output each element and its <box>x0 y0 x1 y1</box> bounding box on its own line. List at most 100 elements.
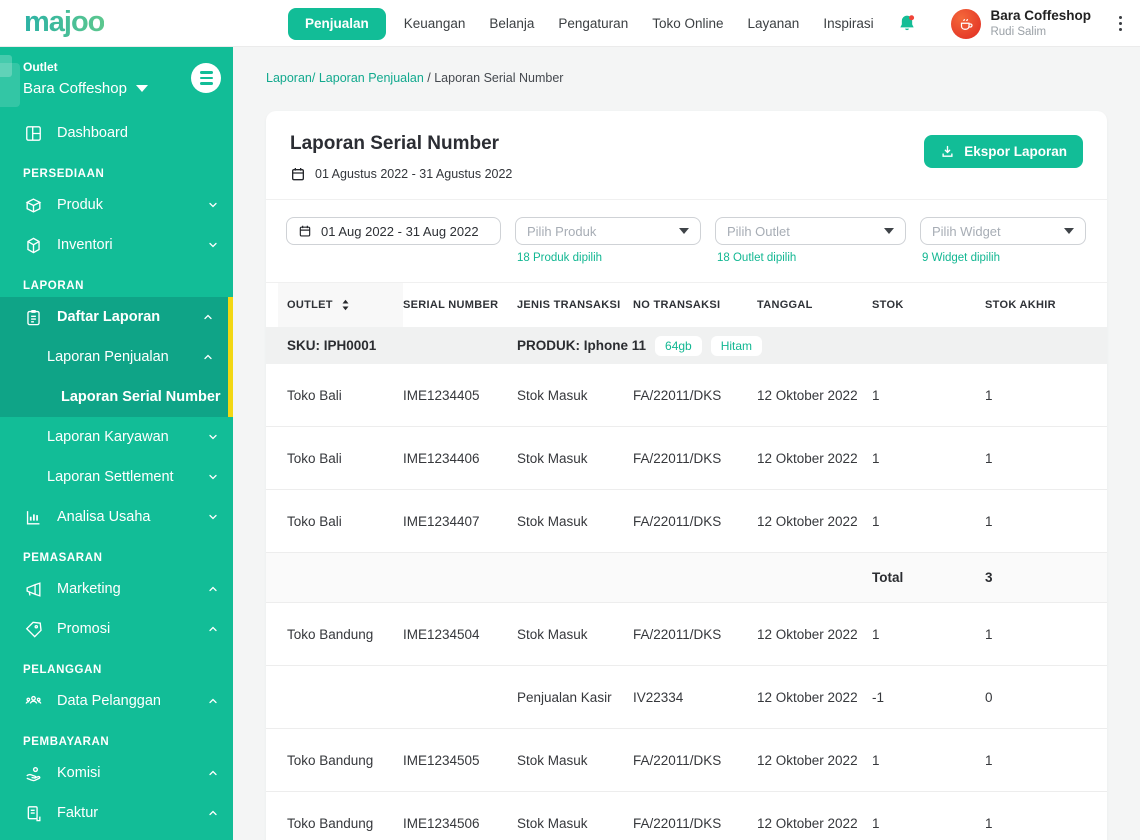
widget-select[interactable]: Pilih Widget <box>920 217 1086 245</box>
sort-icon[interactable] <box>341 299 350 311</box>
sidebar-item-promosi[interactable]: Promosi <box>0 609 233 649</box>
report-date-range: 01 Agustus 2022 - 31 Agustus 2022 <box>290 166 512 182</box>
report-card: Laporan Serial Number 01 Agustus 2022 - … <box>266 111 1107 840</box>
column-header-outlet[interactable]: OUTLET <box>278 283 403 327</box>
report-header: Laporan Serial Number 01 Agustus 2022 - … <box>266 111 1107 199</box>
sidebar-item-laporan-karyawan[interactable]: Laporan Karyawan <box>0 417 233 457</box>
majoo-logo: majoo <box>24 6 105 38</box>
total-label: Total <box>872 570 904 585</box>
outlet-filter: Pilih Outlet 18 Outlet dipilih <box>715 217 906 264</box>
chevron-down-icon <box>207 511 219 523</box>
sidebar: Outlet Bara Coffeshop Dashboard PERSEDIA… <box>0 47 233 840</box>
hand-coin-icon <box>23 763 43 783</box>
sidebar-item-laporan-settlement[interactable]: Laporan Settlement <box>0 457 233 497</box>
chevron-down-icon <box>207 199 219 211</box>
outlet-select[interactable]: Pilih Outlet <box>715 217 906 245</box>
user-subtitle: Rudi Salim <box>990 25 1047 38</box>
main-content: Laporan/ Laporan Penjualan / Laporan Ser… <box>233 47 1140 840</box>
sidebar-section-pembayaran: PEMBAYARAN <box>23 736 110 748</box>
total-row: Total 3 <box>266 553 1107 603</box>
variant-badge: 64gb <box>655 335 702 356</box>
tab-belanja[interactable]: Belanja <box>477 8 546 40</box>
date-range-input[interactable]: 01 Aug 2022 - 31 Aug 2022 <box>286 217 501 245</box>
chevron-down-icon <box>207 471 219 483</box>
chevron-up-icon <box>202 311 214 323</box>
chevron-down-icon <box>207 431 219 443</box>
widget-filter: Pilih Widget 9 Widget dipilih <box>920 217 1086 264</box>
produk-info: PRODUK: Iphone 11 64gb Hitam <box>517 335 872 356</box>
sidebar-section-persediaan: PERSEDIAAN <box>23 168 105 180</box>
notification-bell-icon[interactable] <box>897 13 917 35</box>
people-icon <box>23 691 43 711</box>
megaphone-icon <box>23 579 43 599</box>
user-avatar[interactable] <box>951 8 982 39</box>
outlet-selector[interactable]: Bara Coffeshop <box>23 80 217 97</box>
variant-badge: Hitam <box>710 335 763 356</box>
sidebar-item-marketing[interactable]: Marketing <box>0 569 233 609</box>
sidebar-collapse-button[interactable] <box>191 63 221 93</box>
outlet-selected-count: 18 Outlet dipilih <box>717 252 797 264</box>
outlet-name: Bara Coffeshop <box>23 80 127 97</box>
produk-select[interactable]: Pilih Produk <box>515 217 701 245</box>
tab-toko-online[interactable]: Toko Online <box>640 8 735 40</box>
top-right-cluster: Bara Coffeshop Rudi Salim <box>897 0 1126 47</box>
breadcrumb-laporan-penjualan[interactable]: Laporan Penjualan <box>319 71 424 85</box>
tab-keuangan[interactable]: Keuangan <box>392 8 478 40</box>
chevron-up-icon <box>207 807 219 819</box>
sidebar-item-laporan-serial-number[interactable]: Laporan Serial Number <box>0 377 228 417</box>
outlet-label: Outlet <box>23 60 58 74</box>
sku-group-row: SKU: IPH0001 PRODUK: Iphone 11 64gb Hita… <box>266 327 1107 364</box>
table-row: Toko Bandung IME1234506 Stok Masuk FA/22… <box>266 792 1107 840</box>
top-navigation: Penjualan Keuangan Belanja Pengaturan To… <box>288 0 886 47</box>
table-header-row: OUTLET SERIAL NUMBER JENIS TRANSAKSI NO … <box>266 283 1107 327</box>
column-header-tanggal: TANGGAL <box>757 299 813 311</box>
produk-selected-count: 18 Produk dipilih <box>517 252 603 264</box>
export-report-button[interactable]: Ekspor Laporan <box>924 135 1083 168</box>
tab-penjualan[interactable]: Penjualan <box>288 7 386 40</box>
tab-pengaturan[interactable]: Pengaturan <box>546 8 640 40</box>
total-value: 3 <box>985 570 993 585</box>
sidebar-item-produk[interactable]: Produk <box>0 185 233 225</box>
calendar-icon <box>292 168 304 181</box>
tab-inspirasi[interactable]: Inspirasi <box>811 8 885 40</box>
filter-bar: 01 Aug 2022 - 31 Aug 2022 Pilih Produk 1… <box>266 200 1107 270</box>
user-info[interactable]: Bara Coffeshop Rudi Salim <box>990 8 1091 39</box>
column-header-no-transaksi: NO TRANSAKSI <box>633 299 721 311</box>
sidebar-item-dashboard[interactable]: Dashboard <box>0 113 233 153</box>
table-row: Toko Bali IME1234405 Stok Masuk FA/22011… <box>266 364 1107 427</box>
sidebar-item-faktur[interactable]: Faktur <box>0 793 233 833</box>
sidebar-item-daftar-laporan[interactable]: Daftar Laporan <box>0 297 228 337</box>
caret-down-icon <box>135 85 148 92</box>
produk-filter: Pilih Produk 18 Produk dipilih <box>515 217 701 264</box>
sku-code: SKU: IPH0001 <box>287 338 377 353</box>
breadcrumb-laporan[interactable]: Laporan/ <box>266 71 315 85</box>
sidebar-item-laporan-penjualan[interactable]: Laporan Penjualan <box>0 337 228 377</box>
date-range-filter: 01 Aug 2022 - 31 Aug 2022 <box>286 217 501 264</box>
sidebar-menu: Dashboard PERSEDIAAN Produk Inventori LA… <box>0 113 233 833</box>
bar-chart-icon <box>23 507 43 527</box>
sidebar-item-komisi[interactable]: Komisi <box>0 753 233 793</box>
table-row: Toko Bali IME1234406 Stok Masuk FA/22011… <box>266 427 1107 490</box>
chevron-up-icon <box>207 767 219 779</box>
column-header-stok-akhir: STOK AKHIR <box>985 299 1056 311</box>
sidebar-section-pemasaran: PEMASARAN <box>23 552 103 564</box>
table-row: Toko Bandung IME1234504 Stok Masuk FA/22… <box>266 603 1107 666</box>
sidebar-item-data-pelanggan[interactable]: Data Pelanggan <box>0 681 233 721</box>
sidebar-item-inventori[interactable]: Inventori <box>0 225 233 265</box>
chevron-up-icon <box>202 351 214 363</box>
sidebar-active-group: Daftar Laporan Laporan Penjualan Laporan… <box>0 297 233 417</box>
invoice-icon <box>23 803 43 823</box>
column-header-serial-number: SERIAL NUMBER <box>403 299 499 311</box>
column-header-stok: STOK <box>872 299 904 311</box>
inventory-cube-icon <box>23 235 43 255</box>
sidebar-item-analisa-usaha[interactable]: Analisa Usaha <box>0 497 233 537</box>
table-row: Penjualan Kasir IV22334 12 Oktober 2022 … <box>266 666 1107 729</box>
tag-icon <box>23 619 43 639</box>
top-bar: majoo Penjualan Keuangan Belanja Pengatu… <box>0 0 1140 47</box>
clipboard-icon <box>23 307 43 327</box>
tab-layanan[interactable]: Layanan <box>736 8 812 40</box>
serial-number-table: OUTLET SERIAL NUMBER JENIS TRANSAKSI NO … <box>266 283 1107 840</box>
chevron-up-icon <box>207 583 219 595</box>
breadcrumb: Laporan/ Laporan Penjualan / Laporan Ser… <box>266 71 563 85</box>
more-menu-icon[interactable] <box>1115 12 1126 35</box>
